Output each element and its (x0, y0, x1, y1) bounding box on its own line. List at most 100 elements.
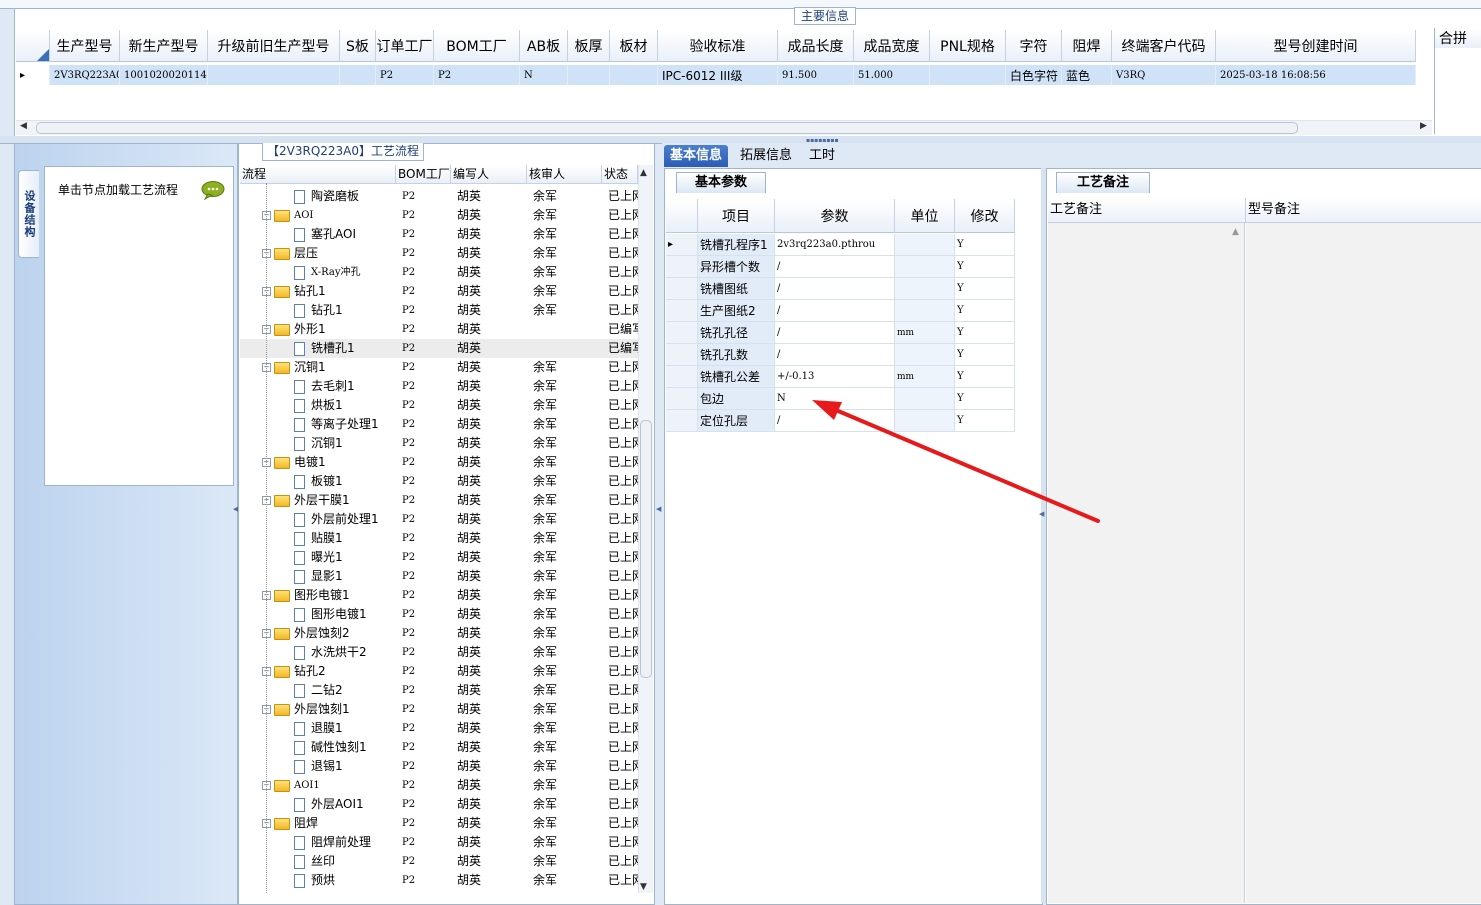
cell-17[interactable]: 2025-03-18 16:08:56 (1216, 65, 1416, 85)
col-3[interactable]: 升级前旧生产型号 (208, 30, 340, 62)
tree-node[interactable]: 二钻2 (240, 681, 396, 700)
tree-row[interactable]: −AOI1 P2 胡英 余军 已上网 (240, 776, 638, 795)
param-modify[interactable]: Y (955, 278, 1015, 300)
col-reviewer[interactable]: 核审人 (527, 165, 602, 183)
col-7[interactable]: AB板 (520, 30, 568, 62)
tree-row[interactable]: 贴膜1 P2 胡英 余军 已上网 (240, 529, 638, 548)
tree-node[interactable]: − 图形电镀1 (240, 586, 396, 605)
tree-row[interactable]: −层压 P2 胡英 余军 已上网 (240, 244, 638, 263)
col-6[interactable]: BOM工厂 (434, 30, 520, 62)
cell-12[interactable]: 51.000 (854, 65, 930, 85)
tree-node[interactable]: 钻孔1 (240, 301, 396, 320)
tree-node[interactable]: 等离子处理1 (240, 415, 396, 434)
param-row[interactable]: 铣槽图纸 / Y (666, 278, 1015, 300)
tab-work-hours[interactable]: 工时 (803, 145, 841, 167)
tree-row[interactable]: 预烘 P2 胡英 余军 已上网 (240, 871, 638, 890)
tree-row[interactable]: 阻焊前处理 P2 胡英 余军 已上网 (240, 833, 638, 852)
col-item[interactable]: 项目 (698, 199, 775, 233)
tree-row[interactable]: 钻孔1 P2 胡英 余军 已上网 (240, 301, 638, 320)
tree-row[interactable]: −外层蚀刻1 P2 胡英 余军 已上网 (240, 700, 638, 719)
cell-15[interactable]: 蓝色 (1062, 65, 1112, 85)
tree-node[interactable]: − AOI (240, 206, 396, 225)
tree-row[interactable]: −沉铜1 P2 胡英 余军 已上网 (240, 358, 638, 377)
cell-13[interactable] (930, 65, 1006, 85)
param-row[interactable]: ▸ 铣槽孔程序1 2v3rq223a0.pthrou Y (666, 234, 1015, 256)
param-value[interactable]: 2v3rq223a0.pthrou (775, 234, 895, 256)
tree-node[interactable]: 沉铜1 (240, 434, 396, 453)
tree-node[interactable]: 显影1 (240, 567, 396, 586)
tree-node[interactable]: 烘板1 (240, 396, 396, 415)
param-row[interactable]: 铣孔孔数 / Y (666, 344, 1015, 366)
col-status[interactable]: 状态 (602, 165, 638, 183)
param-modify[interactable]: Y (955, 300, 1015, 322)
param-row[interactable]: 铣槽孔公差 +/-0.13 mm Y (666, 366, 1015, 388)
process-tree-vscroll-thumb[interactable] (640, 420, 652, 678)
col-modify[interactable]: 修改 (955, 199, 1015, 233)
param-value[interactable]: / (775, 300, 895, 322)
tree-node[interactable]: − 外层干膜1 (240, 491, 396, 510)
scroll-right-icon[interactable]: ▶ (1420, 121, 1427, 131)
cell-3[interactable] (208, 65, 340, 85)
col-unit[interactable]: 单位 (895, 199, 955, 233)
tab-process-notes[interactable]: 工艺备注 (1056, 172, 1150, 193)
col-11[interactable]: 成品长度 (778, 30, 854, 62)
col-15[interactable]: 阻焊 (1062, 30, 1112, 62)
tree-node[interactable]: 预烘 (240, 871, 396, 890)
tree-row[interactable]: 显影1 P2 胡英 余军 已上网 (240, 567, 638, 586)
tree-row[interactable]: −电镀1 P2 胡英 余军 已上网 (240, 453, 638, 472)
tree-row[interactable]: 退锡1 P2 胡英 余军 已上网 (240, 757, 638, 776)
tree-node[interactable]: 外层前处理1 (240, 510, 396, 529)
col-10[interactable]: 验收标准 (658, 30, 778, 62)
tree-node[interactable]: − 电镀1 (240, 453, 396, 472)
tree-node[interactable]: 曝光1 (240, 548, 396, 567)
cell-7[interactable]: N (520, 65, 568, 85)
cell-11[interactable]: 91.500 (778, 65, 854, 85)
tree-row[interactable]: 烘板1 P2 胡英 余军 已上网 (240, 396, 638, 415)
tree-row[interactable]: 二钻2 P2 胡英 余军 已上网 (240, 681, 638, 700)
param-row[interactable]: 异形槽个数 / Y (666, 256, 1015, 278)
tree-row[interactable]: 等离子处理1 P2 胡英 余军 已上网 (240, 415, 638, 434)
scroll-up-icon[interactable]: ▲ (640, 168, 647, 178)
tree-node[interactable]: 板镀1 (240, 472, 396, 491)
tree-row[interactable]: −外形1 P2 胡英 已编写 (240, 320, 638, 339)
tree-node[interactable]: X-Ray冲孔 (240, 263, 396, 282)
tree-row[interactable]: 铣槽孔1 P2 胡英 已编写 (240, 339, 638, 358)
main-grid-hscroll-thumb[interactable] (36, 122, 1298, 134)
tree-row[interactable]: −阻焊 P2 胡英 余军 已上网 (240, 814, 638, 833)
tree-node[interactable]: 图形电镀1 (240, 605, 396, 624)
tree-node[interactable]: 丝印 (240, 852, 396, 871)
col-process[interactable]: 流程 (240, 165, 396, 183)
tree-row[interactable]: 曝光1 P2 胡英 余军 已上网 (240, 548, 638, 567)
cell-1[interactable]: 2V3RQ223A0 (50, 65, 120, 85)
tree-row[interactable]: −AOI P2 胡英 余军 已上网 (240, 206, 638, 225)
cell-16[interactable]: V3RQ (1112, 65, 1216, 85)
tree-node[interactable]: − 钻孔1 (240, 282, 396, 301)
tree-row[interactable]: 板镀1 P2 胡英 余军 已上网 (240, 472, 638, 491)
param-unit[interactable]: mm (895, 366, 955, 388)
param-value[interactable]: / (775, 344, 895, 366)
tree-row[interactable]: 图形电镀1 P2 胡英 余军 已上网 (240, 605, 638, 624)
tree-node[interactable]: 退膜1 (240, 719, 396, 738)
tree-row[interactable]: 外层前处理1 P2 胡英 余军 已上网 (240, 510, 638, 529)
tree-row[interactable]: −外层干膜1 P2 胡英 余军 已上网 (240, 491, 638, 510)
load-process-label[interactable]: 单击节点加载工艺流程 (58, 181, 178, 198)
param-row[interactable]: 铣孔孔径 / mm Y (666, 322, 1015, 344)
tab-extended-info[interactable]: 拓展信息 (734, 145, 798, 167)
tree-node[interactable]: 阻焊前处理 (240, 833, 396, 852)
tree-row[interactable]: −钻孔1 P2 胡英 余军 已上网 (240, 282, 638, 301)
cell-10[interactable]: IPC-6012 III级 (658, 65, 778, 85)
param-modify[interactable]: Y (955, 344, 1015, 366)
param-unit[interactable] (895, 300, 955, 322)
col-9[interactable]: 板材 (610, 30, 658, 62)
col-model-notes[interactable]: 型号备注 (1246, 198, 1481, 222)
cell-2[interactable]: 10010200201148 (120, 65, 208, 85)
tree-node[interactable]: 贴膜1 (240, 529, 396, 548)
tree-node[interactable]: − 钻孔2 (240, 662, 396, 681)
notes-scroll-up-icon[interactable]: ▲ (1232, 227, 1239, 237)
tree-node[interactable]: 外层AOI1 (240, 795, 396, 814)
cell-6[interactable]: P2 (434, 65, 520, 85)
param-value[interactable]: +/-0.13 (775, 366, 895, 388)
col-14[interactable]: 字符 (1006, 30, 1062, 62)
tree-node[interactable]: − 外层蚀刻2 (240, 624, 396, 643)
model-notes-field[interactable] (1246, 223, 1481, 903)
